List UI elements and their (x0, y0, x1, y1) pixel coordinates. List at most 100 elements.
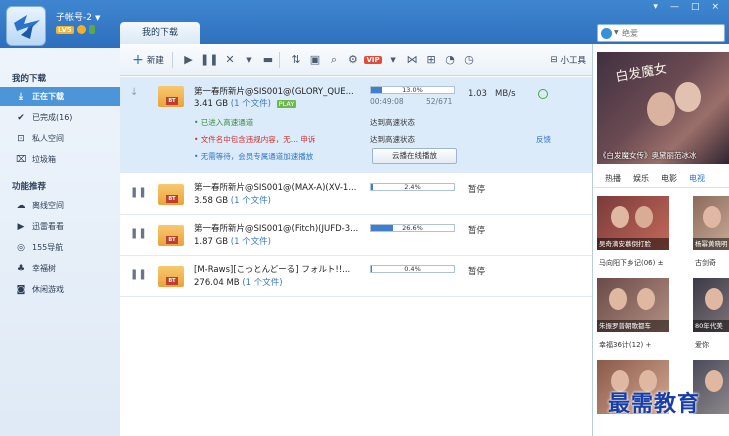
tab-entertainment[interactable]: 娱乐 (633, 173, 649, 184)
menu-icon[interactable]: ▾ (653, 2, 658, 12)
video-thumbnail[interactable]: 杨幂黄晓明 (693, 196, 729, 250)
pause-icon[interactable]: ❚❚ (130, 228, 147, 239)
video-thumbnail[interactable]: 朱振罗普朝歌都车 (597, 278, 669, 332)
banner-image[interactable]: 白发魔女 (597, 52, 729, 164)
file-count-link[interactable]: (1 个文件) (231, 196, 271, 206)
pause-icon[interactable]: ❚❚ (130, 269, 147, 280)
video-title-link[interactable]: 幸福36计(12) + (599, 340, 651, 350)
file-size: 276.04 MB (1 个文件) (194, 276, 283, 288)
account-name[interactable]: 子帐号-2 ▼ (56, 10, 100, 23)
app-window: 子帐号-2▼ LV5 ▾ — □ × 我的下载 ▼ 我的下载 ⤓正在下载 ✔已完… (0, 0, 729, 436)
thumbnail-person (635, 206, 653, 228)
sidebar-item-offline-space[interactable]: ☁ 离线空间 (0, 196, 120, 215)
thumbnail-caption-text: 吴奇滴安慕倒打脸 (599, 240, 651, 248)
download-row[interactable]: ↓ BT 第一春所新片@SIS001@(GLORY_QUE... 3.41 GB… (120, 77, 592, 173)
tab-hot[interactable]: 热播 (605, 173, 621, 184)
window-controls: ▾ — □ × (653, 2, 719, 12)
sidebar-item-happy-tree[interactable]: ♣ 幸福树 (0, 259, 120, 278)
search-icon[interactable]: ⌕ (326, 50, 341, 70)
progress-bar: 0.4% (370, 265, 455, 273)
tools-button[interactable]: ⊟ 小工具 (550, 50, 586, 70)
gear-icon[interactable]: ⚙ (345, 50, 360, 70)
delete-icon[interactable]: ✕ (222, 50, 237, 70)
new-task-button[interactable]: + 新建 (128, 50, 168, 70)
speed-unit: MB/s (495, 89, 516, 99)
pause-icon[interactable]: ❚❚ (200, 50, 218, 70)
download-row[interactable]: ❚❚ BT [M-Raws][こっとんどーる] フォルト!!... 276.04… (120, 257, 592, 297)
file-count-link[interactable]: (1 个文件) (231, 99, 271, 109)
start-icon[interactable]: ▶ (181, 50, 196, 70)
tab-movies[interactable]: 电影 (661, 173, 677, 184)
feedback-link[interactable]: 反馈 (536, 134, 551, 145)
bowtie-icon[interactable]: ⋈ (405, 50, 420, 70)
sort-icon[interactable]: ⇅ (288, 50, 303, 70)
detail-vip-channel[interactable]: • 无需等待，会员专属通道加速播放 (194, 151, 313, 162)
accelerate-icon[interactable] (538, 89, 548, 99)
banner-person (675, 82, 701, 112)
file-count-link[interactable]: (1 个文件) (242, 278, 282, 288)
status-text: 暂停 (468, 226, 486, 236)
vip-icon[interactable]: VIP (364, 50, 382, 70)
play-badge[interactable]: PLAY (276, 100, 297, 108)
sidebar-item-label: 休闲游戏 (32, 285, 64, 294)
thumbnail-caption-text: 80年代美 (695, 322, 723, 330)
sidebar-item-private-space[interactable]: ⊡ 私人空间 (0, 129, 120, 148)
download-list-panel: + 新建 ▶ ❚❚ ✕ ▼ ▬ ⇅ ▣ ⌕ ⚙ VIP ▼ ⋈ ⊞ ◔ ◷ ⊟ 小工… (120, 44, 687, 436)
sidebar: 我的下载 ⤓ 正在下载 ✔ 已完成(16) ⊡ 私人空间 ⌧ 垃圾箱 功能推荐 ☁ 离线空… (0, 48, 120, 436)
pause-icon[interactable]: ❚❚ (130, 187, 147, 198)
video-title-link[interactable]: 古剑奇 (695, 258, 716, 268)
sidebar-item-downloading[interactable]: ⤓ 正在下载 (0, 87, 120, 106)
status-text: 暂停 (468, 185, 486, 195)
thunder-logo-icon[interactable] (6, 6, 46, 46)
chevron-down-icon[interactable]: ▼ (614, 29, 619, 36)
chevron-down-icon[interactable]: ▼ (241, 50, 256, 70)
cloud-icon: ☁ (16, 200, 26, 211)
folder-icon[interactable]: ▬ (260, 50, 275, 70)
video-thumbnail[interactable]: 80年代美 (693, 278, 729, 332)
sidebar-item-trash[interactable]: ⌧ 垃圾箱 (0, 150, 120, 169)
close-icon[interactable]: × (711, 2, 719, 12)
banner-person (647, 92, 675, 126)
detail-violation[interactable]: • 文件名中包含违规内容，无... 申诉 (194, 134, 315, 145)
file-name: 第一春所新片@SIS001@(Fitch)(JUFD-3... (194, 224, 359, 234)
thumbnail-caption: 吴奇滴安慕倒打脸 (597, 238, 669, 250)
speed-limit-icon[interactable]: ◔ (443, 50, 458, 70)
video-thumbnail[interactable]: 吴奇滴安慕倒打脸 (597, 196, 669, 250)
down-arrow-icon[interactable]: ↓ (130, 87, 138, 98)
file-count-link[interactable]: (1 个文件) (231, 237, 271, 247)
banner-caption[interactable]: 《白发魔女传》奥黛丽范冰冰 (599, 150, 697, 161)
grid-icon[interactable]: ⊞ (424, 50, 439, 70)
sidebar-item-completed[interactable]: ✔ 已完成(16) (0, 108, 120, 127)
section-title-my-downloads: 我的下载 (12, 74, 47, 84)
search-input[interactable] (622, 26, 722, 40)
browser-icon[interactable] (601, 28, 612, 39)
thumbnail-caption: 80年代美 (693, 320, 729, 332)
sidebar-item-xunlei-kankan[interactable]: ▶ 迅雷看看 (0, 217, 120, 236)
download-row[interactable]: ❚❚ BT 第一春所新片@SIS001@(MAX-A)(XV-1... 3.58… (120, 175, 592, 215)
sprout-icon[interactable] (88, 25, 95, 34)
video-title-link[interactable]: 爱你 (695, 340, 709, 350)
tab-tv[interactable]: 电视 (689, 173, 705, 184)
video-title-link[interactable]: 马向阳下乡记(06) ± (599, 258, 663, 268)
download-row[interactable]: ❚❚ BT 第一春所新片@SIS001@(Fitch)(JUFD-3... 1.… (120, 216, 592, 256)
maximize-icon[interactable]: □ (691, 2, 700, 12)
sidebar-item-label: 已完成(16) (32, 113, 73, 122)
chevron-down-icon[interactable]: ▼ (95, 14, 100, 22)
sidebar-item-155-nav[interactable]: ◎ 155导航 (0, 238, 120, 257)
chevron-down-icon[interactable]: ▼ (386, 50, 401, 70)
thumbnail-person (705, 370, 723, 392)
thumbnail-person (637, 288, 655, 310)
trash-icon: ⌧ (16, 154, 27, 165)
details-icon[interactable]: ▣ (307, 50, 322, 70)
file-size-value: 3.41 GB (194, 99, 229, 109)
sidebar-item-label: 迅雷看看 (32, 222, 64, 231)
file-name: 第一春所新片@SIS001@(MAX-A)(XV-1... (194, 183, 357, 193)
cloud-play-button[interactable]: 云播在线播放 (372, 148, 457, 164)
tab-my-downloads[interactable]: 我的下载 (120, 22, 200, 44)
level-badge[interactable]: LV5 (56, 25, 74, 34)
minimize-icon[interactable]: — (670, 2, 679, 12)
navigation-icon: ◎ (17, 242, 25, 253)
clock-icon[interactable]: ◷ (462, 50, 477, 70)
coin-icon[interactable] (76, 25, 86, 34)
sidebar-item-casual-games[interactable]: ◙ 休闲游戏 (0, 280, 120, 299)
